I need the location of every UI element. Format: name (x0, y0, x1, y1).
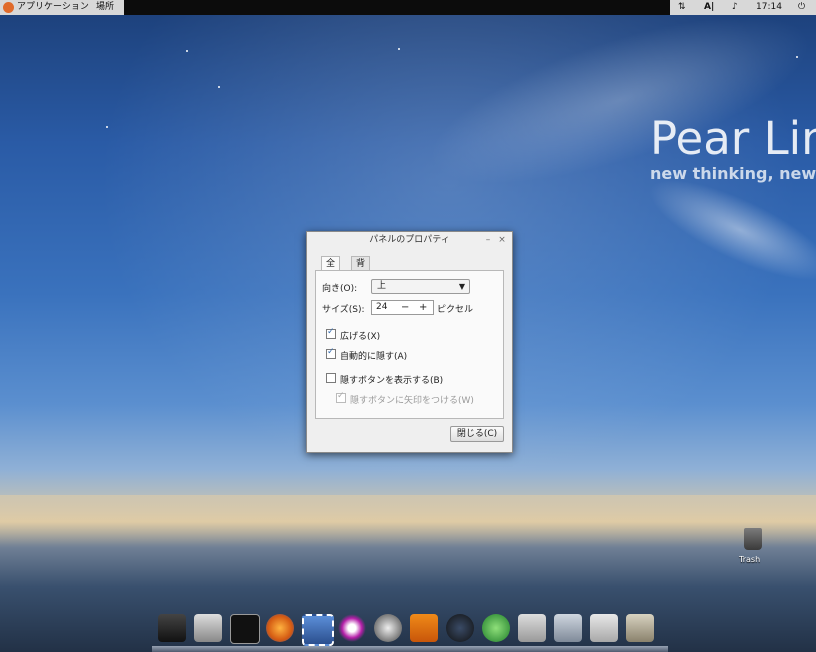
monitor-icon[interactable] (158, 614, 186, 642)
camera-icon[interactable] (518, 614, 546, 642)
dialog-title: パネルのプロパティ (369, 235, 450, 245)
trash-icon[interactable] (739, 526, 767, 554)
size-value[interactable]: 24 (376, 301, 387, 314)
gimp-icon[interactable] (626, 614, 654, 642)
size-unit: ピクセル (437, 305, 474, 315)
clock[interactable]: 17:14 (756, 0, 782, 15)
globe-icon[interactable] (482, 614, 510, 642)
arrows-on-hide-buttons-label: 隠すボタンに矢印をつける(W) (350, 396, 474, 406)
show-hide-buttons-checkbox[interactable] (326, 373, 336, 383)
dock (152, 612, 668, 652)
system-tray: ⇅ A| ♪ 17:14 ⏻ (670, 0, 816, 15)
orientation-label: 向き(O): (322, 284, 358, 294)
tools-icon[interactable] (554, 614, 582, 642)
close-button[interactable]: 閉じる(C) (450, 426, 504, 442)
power-icon[interactable]: ⏻ (798, 0, 805, 15)
star (218, 86, 220, 88)
applications-menu[interactable]: アプリケーション 場所 (0, 0, 124, 15)
applications-menu-label[interactable]: アプリケーション (17, 0, 89, 15)
terminal-icon[interactable] (230, 614, 260, 644)
places-menu-label[interactable]: 場所 (96, 0, 114, 15)
star (186, 50, 188, 52)
brand-title: Pear Lin (650, 112, 816, 165)
increment-button[interactable]: + (419, 301, 427, 314)
autohide-label[interactable]: 自動的に隠す(A) (340, 349, 407, 362)
brand-subtitle: new thinking, new p (650, 164, 816, 183)
top-panel: アプリケーション 場所 ⇅ A| ♪ 17:14 ⏻ (0, 0, 816, 15)
close-window-button[interactable]: × (497, 232, 507, 248)
orientation-value: 上 (377, 281, 387, 291)
vlc-icon[interactable] (410, 614, 438, 642)
network-icon[interactable]: ⇅ (678, 0, 686, 15)
minimize-button[interactable]: – (483, 232, 493, 248)
wallpaper-horizon (0, 495, 816, 545)
chevron-down-icon: ▼ (458, 282, 465, 291)
dialog-titlebar[interactable]: パネルのプロパティ – × (307, 232, 512, 248)
expand-checkbox[interactable] (326, 327, 336, 339)
eye-icon[interactable] (338, 614, 366, 642)
autohide-checkbox[interactable] (326, 347, 336, 359)
stamp-icon[interactable] (302, 614, 334, 646)
tab-general-content: 向き(O): 上 ▼ サイズ(S): 24 − + ピクセル 広げる(X) 自動… (315, 270, 504, 419)
app-store-icon[interactable] (446, 614, 474, 642)
expand-label[interactable]: 広げる(X) (340, 329, 380, 342)
firefox-icon[interactable] (266, 614, 294, 642)
decrement-button[interactable]: − (401, 301, 409, 314)
trash-label[interactable]: Trash (739, 555, 760, 564)
disc-icon[interactable] (374, 614, 402, 642)
star (796, 56, 798, 58)
volume-icon[interactable]: ♪ (732, 0, 738, 15)
star (398, 48, 400, 50)
keyboard-indicator[interactable]: A| (704, 0, 714, 15)
star (106, 126, 108, 128)
orientation-combo[interactable]: 上 ▼ (371, 279, 470, 294)
ubuntu-logo-icon (3, 2, 14, 13)
show-hide-buttons-label[interactable]: 隠すボタンを表示する(B) (340, 373, 443, 386)
dock-shelf (152, 646, 668, 652)
trash-can-graphic (744, 528, 762, 550)
size-spinbox[interactable]: 24 − + (371, 300, 434, 315)
panel-properties-dialog: パネルのプロパティ – × 全般 背景 向き(O): 上 ▼ サイズ(S): 2… (306, 231, 513, 453)
rocket-icon[interactable] (194, 614, 222, 642)
drive-icon[interactable] (590, 614, 618, 642)
size-label: サイズ(S): (322, 305, 365, 315)
arrows-on-hide-buttons-checkbox (336, 391, 346, 403)
tab-background[interactable]: 背景 (351, 256, 371, 283)
